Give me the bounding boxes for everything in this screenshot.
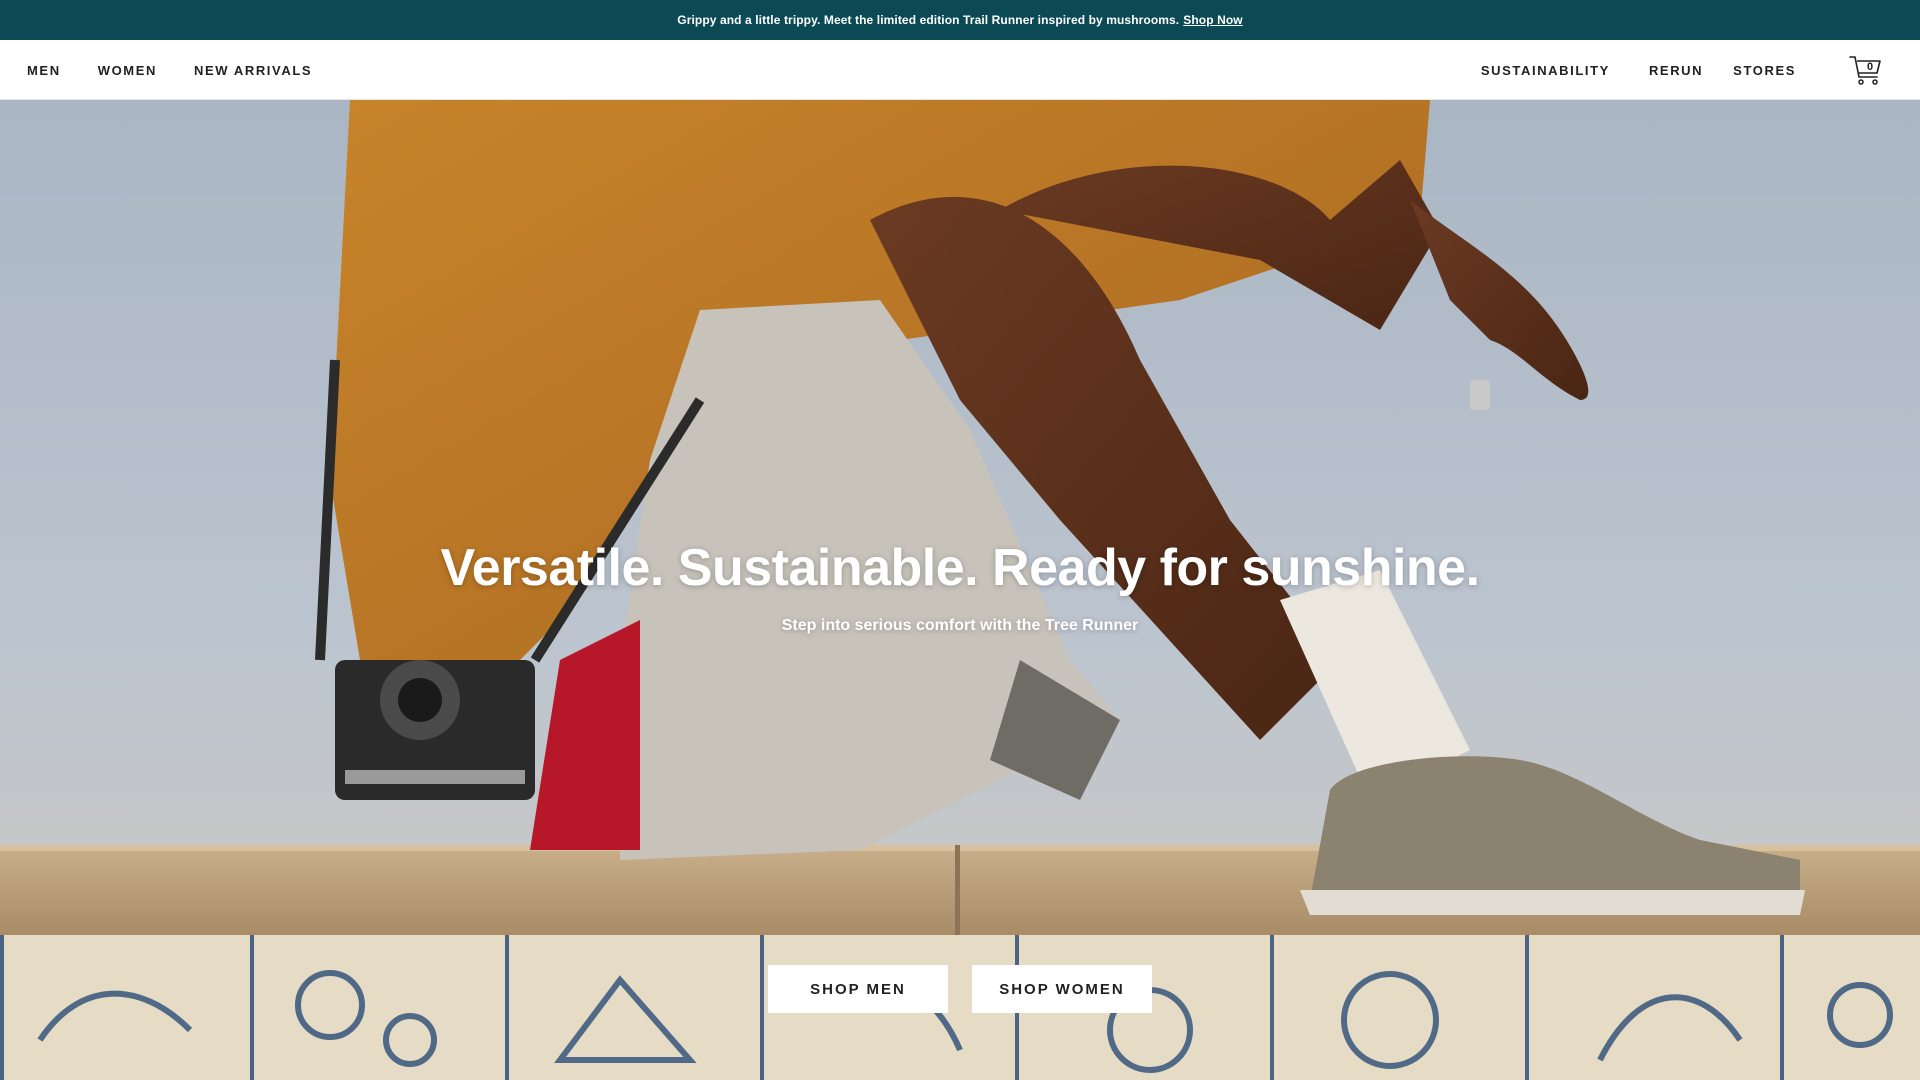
nav-new-arrivals[interactable]: NEW ARRIVALS <box>194 63 312 78</box>
hero-copy: Versatile. Sustainable. Ready for sunshi… <box>0 539 1920 635</box>
main-navigation: MEN WOMEN NEW ARRIVALS SUSTAINABILITY RE… <box>0 40 1920 100</box>
announcement-bar: Grippy and a little trippy. Meet the lim… <box>0 0 1920 40</box>
announcement-text: Grippy and a little trippy. Meet the lim… <box>677 13 1180 27</box>
cart-count: 0 <box>1866 61 1874 73</box>
shop-women-button[interactable]: SHOP WOMEN <box>972 965 1152 1013</box>
shop-now-link[interactable]: Shop Now <box>1183 13 1242 27</box>
nav-men[interactable]: MEN <box>27 63 61 78</box>
nav-women[interactable]: WOMEN <box>98 63 157 78</box>
hero-banner: Versatile. Sustainable. Ready for sunshi… <box>0 100 1920 1080</box>
nav-sustainability[interactable]: SUSTAINABILITY <box>1481 63 1610 78</box>
nav-right-group: SUSTAINABILITY RERUN STORES 0 <box>1481 40 1882 100</box>
nav-left-group: MEN WOMEN NEW ARRIVALS <box>27 40 312 100</box>
shop-men-button[interactable]: SHOP MEN <box>768 965 948 1013</box>
nav-stores[interactable]: STORES <box>1733 63 1796 78</box>
hero-subtitle: Step into serious comfort with the Tree … <box>781 617 1139 635</box>
hero-cta-group: SHOP MEN SHOP WOMEN <box>0 965 1920 1013</box>
nav-rerun[interactable]: RERUN <box>1649 63 1703 78</box>
hero-title: Versatile. Sustainable. Ready for sunshi… <box>440 539 1480 597</box>
cart-button[interactable]: 0 <box>1848 53 1882 87</box>
